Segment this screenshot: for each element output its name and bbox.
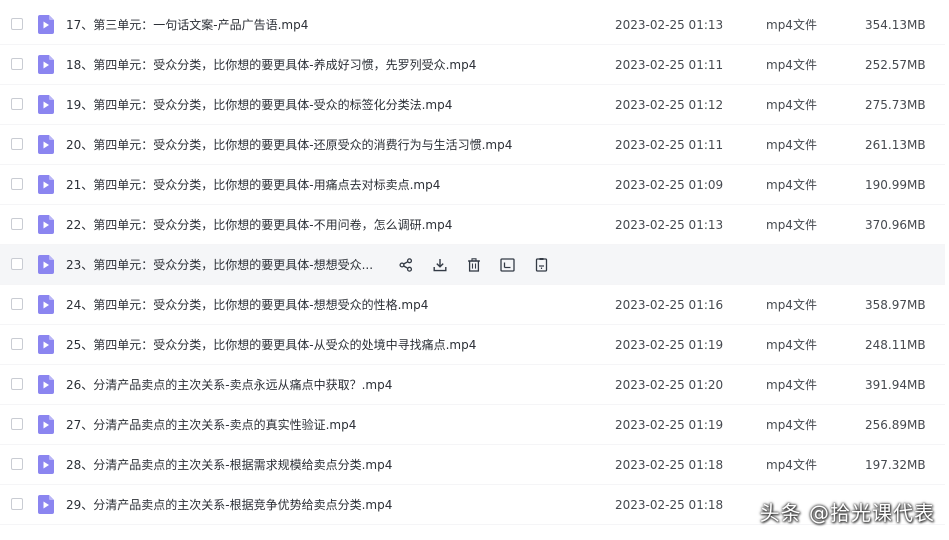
row-checkbox[interactable] — [11, 138, 23, 150]
file-date: 2023-02-25 01:13 — [615, 217, 724, 232]
row-checkbox[interactable] — [11, 458, 23, 470]
video-file-icon — [38, 255, 54, 274]
share-icon[interactable] — [397, 257, 414, 274]
file-type: mp4文件 — [766, 17, 817, 32]
download-icon[interactable] — [431, 257, 448, 274]
file-date: 2023-02-25 01:16 — [615, 297, 724, 312]
row-checkbox[interactable] — [11, 378, 23, 390]
file-date: 2023-02-25 01:20 — [615, 377, 724, 392]
file-date: 2023-02-25 01:11 — [615, 57, 724, 72]
file-type: mp4文件 — [766, 97, 817, 112]
file-date: 2023-02-25 01:13 — [615, 17, 724, 32]
file-size: 197.32MB — [865, 457, 926, 472]
video-file-icon — [38, 175, 54, 194]
rename-icon[interactable] — [499, 257, 516, 274]
file-date: 2023-02-25 01:19 — [615, 417, 724, 432]
file-size: 358.97MB — [865, 297, 926, 312]
file-name[interactable]: 22、第四单元：受众分类，比你想的要更具体-不用问卷，怎么调研.mp4 — [66, 205, 452, 245]
row-checkbox[interactable] — [11, 58, 23, 70]
file-date: 2023-02-25 01:12 — [615, 97, 724, 112]
file-name[interactable]: 17、第三单元：一句话文案-产品广告语.mp4 — [66, 5, 308, 45]
file-size: 248.11MB — [865, 337, 926, 352]
row-checkbox[interactable] — [11, 218, 23, 230]
file-size: 261.13MB — [865, 137, 926, 152]
file-list: 17、第三单元：一句话文案-产品广告语.mp4 2023-02-25 01:13… — [0, 5, 945, 525]
file-type: mp4文件 — [766, 297, 817, 312]
file-date: 2023-02-25 01:09 — [615, 177, 724, 192]
file-name[interactable]: 20、第四单元：受众分类，比你想的要更具体-还原受众的消费行为与生活习惯.mp4 — [66, 125, 512, 165]
video-file-icon — [38, 295, 54, 314]
file-type: mp4文件 — [766, 57, 817, 72]
row-checkbox[interactable] — [11, 298, 23, 310]
video-file-icon — [38, 55, 54, 74]
file-size: 190.99MB — [865, 177, 926, 192]
file-name[interactable]: 19、第四单元：受众分类，比你想的要更具体-受众的标签化分类法.mp4 — [66, 85, 452, 125]
file-type: mp4文件 — [766, 457, 817, 472]
video-file-icon — [38, 15, 54, 34]
watermark-text: 头条 @拾光课代表 — [759, 501, 935, 525]
file-name[interactable]: 23、第四单元：受众分类，比你想的要更具体-想想受众... — [66, 245, 373, 285]
file-size: 252.57MB — [865, 57, 926, 72]
row-checkbox[interactable] — [11, 178, 23, 190]
file-row[interactable]: 17、第三单元：一句话文案-产品广告语.mp4 2023-02-25 01:13… — [0, 5, 945, 45]
row-checkbox[interactable] — [11, 338, 23, 350]
video-file-icon — [38, 415, 54, 434]
file-type: mp4文件 — [766, 337, 817, 352]
file-row[interactable]: 26、分清产品卖点的主次关系-卖点永远从痛点中获取？.mp4 2023-02-2… — [0, 365, 945, 405]
delete-icon[interactable] — [465, 257, 482, 274]
file-row[interactable]: 18、第四单元：受众分类，比你想的要更具体-养成好习惯，先罗列受众.mp4 20… — [0, 45, 945, 85]
file-row-hovered[interactable]: 23、第四单元：受众分类，比你想的要更具体-想想受众... — [0, 245, 945, 285]
file-row[interactable]: 22、第四单元：受众分类，比你想的要更具体-不用问卷，怎么调研.mp4 2023… — [0, 205, 945, 245]
file-name[interactable]: 18、第四单元：受众分类，比你想的要更具体-养成好习惯，先罗列受众.mp4 — [66, 45, 476, 85]
file-row[interactable]: 19、第四单元：受众分类，比你想的要更具体-受众的标签化分类法.mp4 2023… — [0, 85, 945, 125]
file-row[interactable]: 25、第四单元：受众分类，比你想的要更具体-从受众的处境中寻找痛点.mp4 20… — [0, 325, 945, 365]
file-name[interactable]: 24、第四单元：受众分类，比你想的要更具体-想想受众的性格.mp4 — [66, 285, 428, 325]
file-row[interactable]: 27、分清产品卖点的主次关系-卖点的真实性验证.mp4 2023-02-25 0… — [0, 405, 945, 445]
file-type: mp4文件 — [766, 417, 817, 432]
file-type: mp4文件 — [766, 137, 817, 152]
row-checkbox[interactable] — [11, 98, 23, 110]
video-file-icon — [38, 215, 54, 234]
copy-icon[interactable] — [533, 257, 550, 274]
row-checkbox[interactable] — [11, 258, 23, 270]
file-date: 2023-02-25 01:19 — [615, 337, 724, 352]
file-type: mp4文件 — [766, 177, 817, 192]
video-file-icon — [38, 375, 54, 394]
file-date: 2023-02-25 01:18 — [615, 457, 724, 472]
video-file-icon — [38, 455, 54, 474]
file-row[interactable]: 21、第四单元：受众分类，比你想的要更具体-用痛点去对标卖点.mp4 2023-… — [0, 165, 945, 205]
file-name[interactable]: 25、第四单元：受众分类，比你想的要更具体-从受众的处境中寻找痛点.mp4 — [66, 325, 476, 365]
file-name[interactable]: 27、分清产品卖点的主次关系-卖点的真实性验证.mp4 — [66, 405, 356, 445]
file-row[interactable]: 24、第四单元：受众分类，比你想的要更具体-想想受众的性格.mp4 2023-0… — [0, 285, 945, 325]
row-checkbox[interactable] — [11, 498, 23, 510]
video-file-icon — [38, 495, 54, 514]
file-row[interactable]: 20、第四单元：受众分类，比你想的要更具体-还原受众的消费行为与生活习惯.mp4… — [0, 125, 945, 165]
file-name[interactable]: 26、分清产品卖点的主次关系-卖点永远从痛点中获取？.mp4 — [66, 365, 392, 405]
row-checkbox[interactable] — [11, 18, 23, 30]
file-date: 2023-02-25 01:11 — [615, 137, 724, 152]
video-file-icon — [38, 95, 54, 114]
file-row[interactable]: 28、分清产品卖点的主次关系-根据需求规模给卖点分类.mp4 2023-02-2… — [0, 445, 945, 485]
file-name[interactable]: 28、分清产品卖点的主次关系-根据需求规模给卖点分类.mp4 — [66, 445, 392, 485]
video-file-icon — [38, 335, 54, 354]
row-checkbox[interactable] — [11, 418, 23, 430]
video-file-icon — [38, 135, 54, 154]
file-size: 275.73MB — [865, 97, 926, 112]
file-size: 370.96MB — [865, 217, 926, 232]
file-size: 391.94MB — [865, 377, 926, 392]
file-size: 256.89MB — [865, 417, 926, 432]
file-type: mp4文件 — [766, 377, 817, 392]
file-type: mp4文件 — [766, 217, 817, 232]
file-name[interactable]: 29、分清产品卖点的主次关系-根据竞争优势给卖点分类.mp4 — [66, 485, 392, 525]
row-actions — [397, 256, 567, 274]
file-size: 354.13MB — [865, 17, 926, 32]
file-date: 2023-02-25 01:18 — [615, 497, 724, 512]
file-name[interactable]: 21、第四单元：受众分类，比你想的要更具体-用痛点去对标卖点.mp4 — [66, 165, 440, 205]
